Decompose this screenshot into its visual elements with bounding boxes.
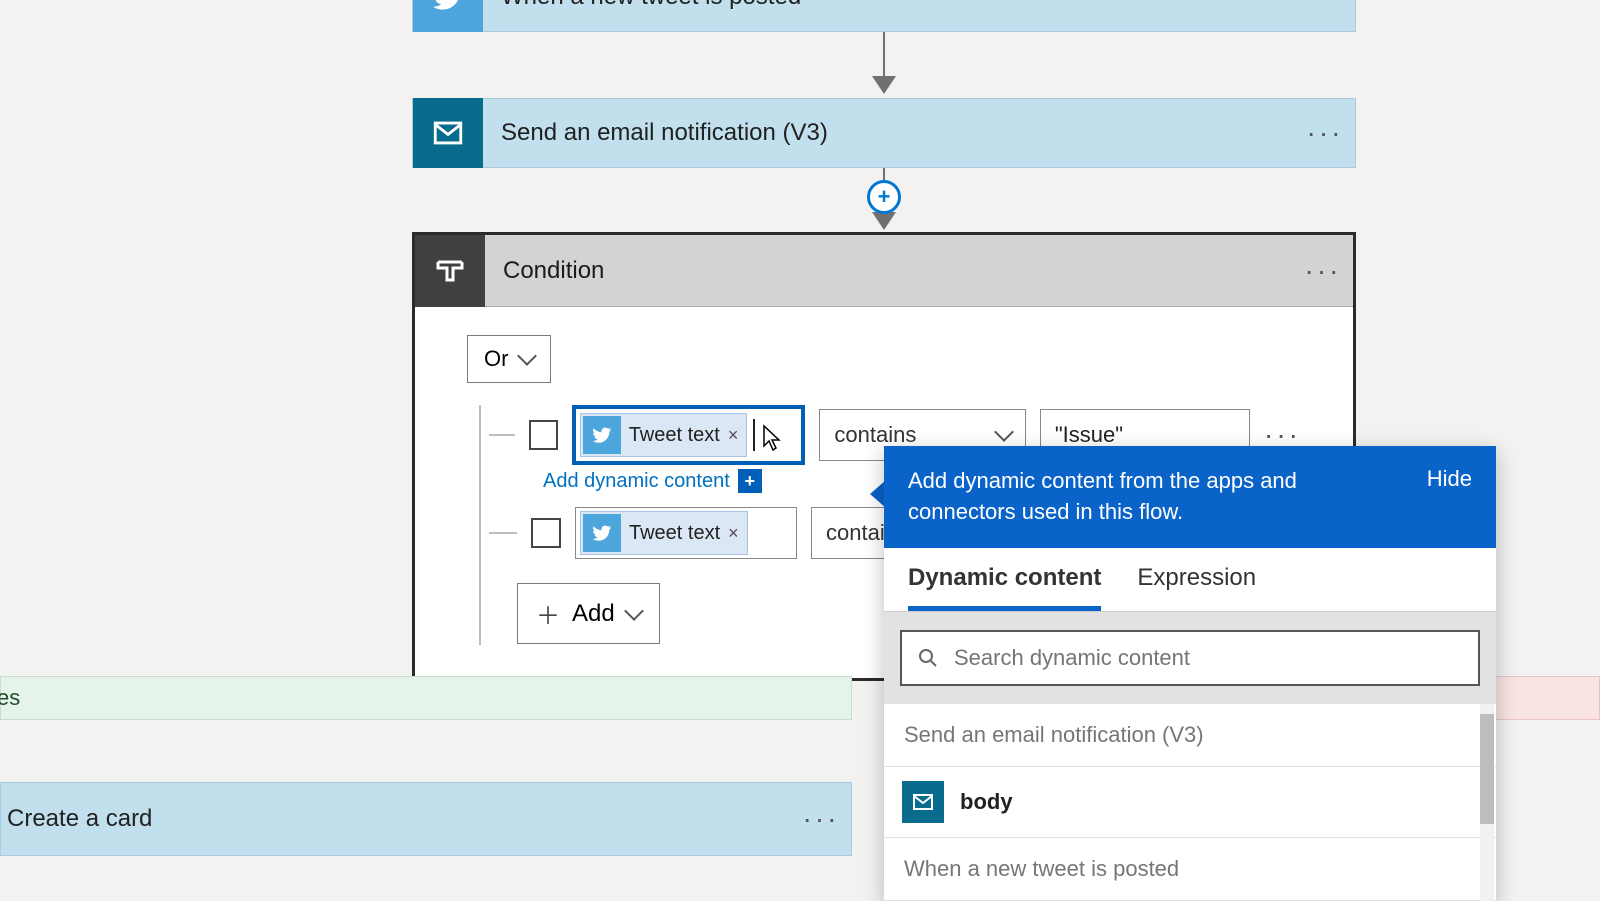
- twitter-icon: [583, 514, 621, 552]
- if-yes-label: es: [0, 685, 20, 711]
- group-operator-dropdown[interactable]: Or: [467, 335, 551, 383]
- add-button-label: Add: [572, 600, 615, 628]
- rule-tree-line: [479, 405, 481, 645]
- if-yes-branch[interactable]: es: [0, 676, 852, 720]
- email-step-title: Send an email notification (V3): [483, 119, 1295, 147]
- search-icon: [916, 646, 940, 670]
- create-card-step[interactable]: Create a card ···: [0, 782, 852, 856]
- dc-panel-header: Add dynamic content from the apps and co…: [884, 446, 1496, 548]
- dc-item-body[interactable]: body: [884, 767, 1496, 838]
- token-remove-button[interactable]: ×: [728, 425, 739, 446]
- dc-results-list: Send an email notification (V3) body Whe…: [884, 704, 1496, 901]
- dc-scrollbar-thumb[interactable]: [1480, 714, 1494, 824]
- dc-tabs: Dynamic content Expression: [884, 548, 1496, 612]
- text-cursor: [753, 419, 755, 451]
- trigger-menu-button[interactable]: ···: [1295, 0, 1355, 31]
- tab-dynamic-content[interactable]: Dynamic content: [908, 564, 1101, 611]
- group-operator-label: Or: [484, 346, 508, 372]
- row2-checkbox[interactable]: [531, 518, 561, 548]
- connector-arrow-1: [883, 32, 885, 92]
- condition-menu-button[interactable]: ···: [1293, 235, 1353, 306]
- chevron-down-icon: [994, 422, 1014, 442]
- trigger-title: When a new tweet is posted: [483, 0, 1295, 11]
- row2-operator-label: contains: [826, 520, 891, 546]
- tab-expression[interactable]: Expression: [1137, 564, 1256, 611]
- twitter-icon: [413, 0, 483, 32]
- dc-group-email: Send an email notification (V3): [884, 704, 1496, 767]
- dc-item-label: body: [960, 789, 1013, 815]
- add-condition-button[interactable]: ＋ Add: [517, 583, 660, 644]
- row1-value-left[interactable]: Tweet text ×: [572, 405, 806, 465]
- tree-connector: [489, 434, 515, 436]
- dc-search-wrap: [884, 612, 1496, 704]
- dc-search-box[interactable]: [900, 630, 1480, 686]
- token-remove-button[interactable]: ×: [728, 523, 739, 544]
- create-card-title: Create a card: [7, 805, 791, 833]
- dc-hide-button[interactable]: Hide: [1427, 466, 1472, 492]
- token-tweet-text[interactable]: Tweet text ×: [580, 413, 748, 457]
- row1-operator-label: contains: [834, 422, 916, 448]
- row2-value-left[interactable]: Tweet text ×: [575, 507, 797, 559]
- row2-operator-dropdown[interactable]: contains: [811, 507, 891, 559]
- insert-step-button[interactable]: +: [867, 180, 901, 214]
- mail-icon: [413, 98, 483, 168]
- dc-group-twitter: When a new tweet is posted: [884, 838, 1496, 901]
- tree-connector: [489, 532, 517, 534]
- email-step-menu-button[interactable]: ···: [1295, 99, 1355, 167]
- plus-icon: ＋: [536, 596, 560, 631]
- condition-header[interactable]: Condition ···: [415, 235, 1353, 307]
- token-label: Tweet text: [629, 522, 720, 545]
- token-tweet-text[interactable]: Tweet text ×: [580, 511, 748, 555]
- chevron-down-icon: [624, 601, 644, 621]
- chevron-down-icon: [518, 346, 538, 366]
- token-label: Tweet text: [629, 424, 720, 447]
- condition-icon: [415, 235, 485, 307]
- mail-icon: [902, 781, 944, 823]
- dynamic-content-panel: Add dynamic content from the apps and co…: [884, 446, 1496, 901]
- condition-title: Condition: [485, 257, 1293, 285]
- email-step-card[interactable]: Send an email notification (V3) ···: [412, 98, 1356, 168]
- dc-panel-message: Add dynamic content from the apps and co…: [908, 466, 1409, 528]
- row1-checkbox[interactable]: [529, 420, 557, 450]
- plus-badge-icon: +: [738, 469, 762, 493]
- twitter-icon: [583, 416, 621, 454]
- dc-search-input[interactable]: [954, 645, 1464, 671]
- add-dc-label: Add dynamic content: [543, 470, 730, 493]
- trigger-card[interactable]: When a new tweet is posted ···: [412, 0, 1356, 32]
- create-card-menu-button[interactable]: ···: [791, 783, 851, 855]
- row1-value-text: "Issue": [1055, 422, 1123, 448]
